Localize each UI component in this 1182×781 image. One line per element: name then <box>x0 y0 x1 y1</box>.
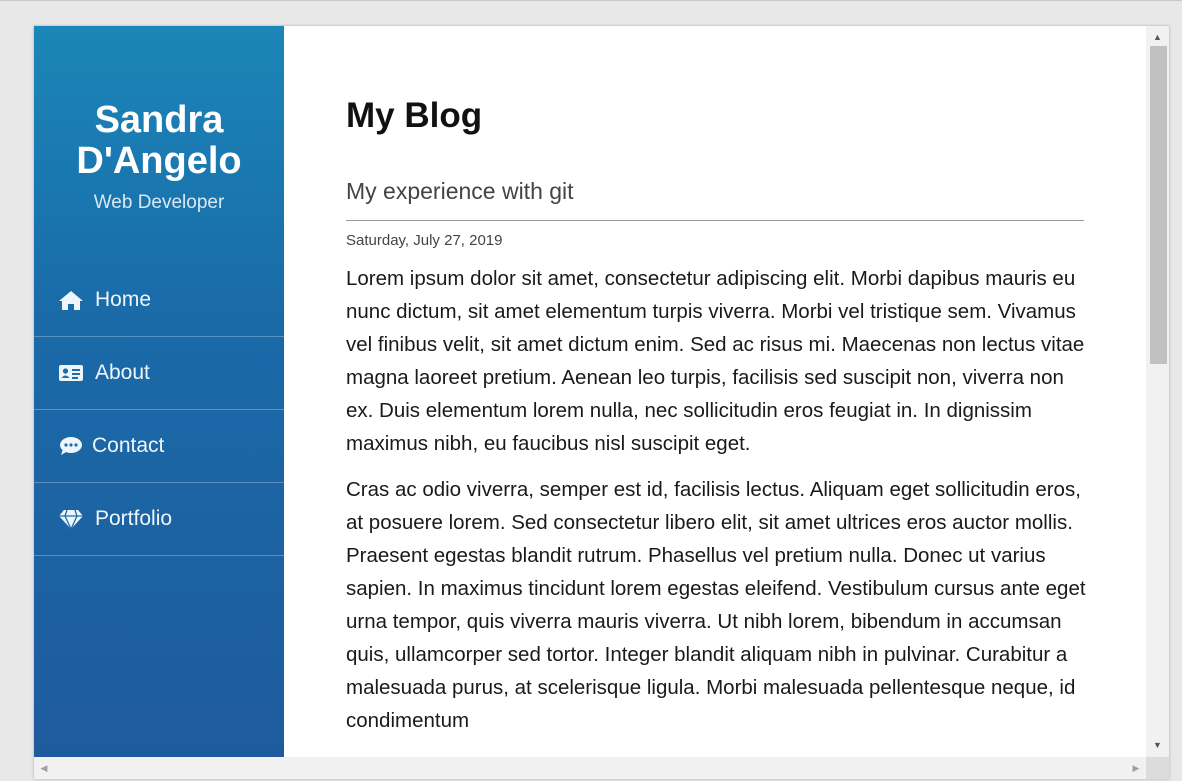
home-icon <box>58 289 84 311</box>
sidebar-nav: Home About Contact Portfolio <box>34 264 284 556</box>
page-title: My Blog <box>346 96 483 135</box>
scrollbar-corner <box>1146 757 1169 779</box>
profile-name: Sandra D'Angelo <box>76 99 242 182</box>
gem-icon <box>58 508 84 530</box>
vertical-scrollbar-thumb[interactable] <box>1150 46 1167 364</box>
sidebar-item-contact[interactable]: Contact <box>34 410 284 483</box>
scroll-up-arrow-icon[interactable]: ▲ <box>1146 28 1169 46</box>
horizontal-scrollbar[interactable]: ◀ ▶ <box>34 757 1146 779</box>
page-window: Sandra D'Angelo Web Developer Home About… <box>34 26 1169 779</box>
scroll-down-arrow-icon[interactable]: ▼ <box>1146 736 1169 754</box>
post-title[interactable]: My experience with git <box>346 178 574 205</box>
scroll-left-arrow-icon[interactable]: ◀ <box>34 757 54 779</box>
vertical-scrollbar[interactable]: ▲ ▼ <box>1146 26 1169 757</box>
sidebar: Sandra D'Angelo Web Developer Home About… <box>34 26 284 757</box>
profile-role: Web Developer <box>93 192 225 213</box>
scroll-right-arrow-icon[interactable]: ▶ <box>1126 757 1146 779</box>
sidebar-item-label: Home <box>95 288 152 311</box>
browser-top-border <box>0 0 1182 1</box>
sidebar-item-label: About <box>95 361 150 384</box>
post-date: Saturday, July 27, 2019 <box>346 232 503 249</box>
comment-dots-icon <box>58 435 84 457</box>
post-paragraph: Cras ac odio viverra, semper est id, fac… <box>346 478 1086 732</box>
post-paragraph: Lorem ipsum dolor sit amet, consectetur … <box>346 267 1085 455</box>
id-card-icon <box>58 362 84 384</box>
sidebar-item-portfolio[interactable]: Portfolio <box>34 483 284 556</box>
post-body: Lorem ipsum dolor sit amet, consectetur … <box>346 262 1090 750</box>
post-divider <box>346 220 1084 221</box>
sidebar-item-about[interactable]: About <box>34 337 284 410</box>
main-content: My Blog My experience with git Saturday,… <box>284 26 1146 757</box>
sidebar-item-home[interactable]: Home <box>34 264 284 337</box>
sidebar-item-label: Portfolio <box>95 507 173 530</box>
sidebar-item-label: Contact <box>92 434 165 457</box>
